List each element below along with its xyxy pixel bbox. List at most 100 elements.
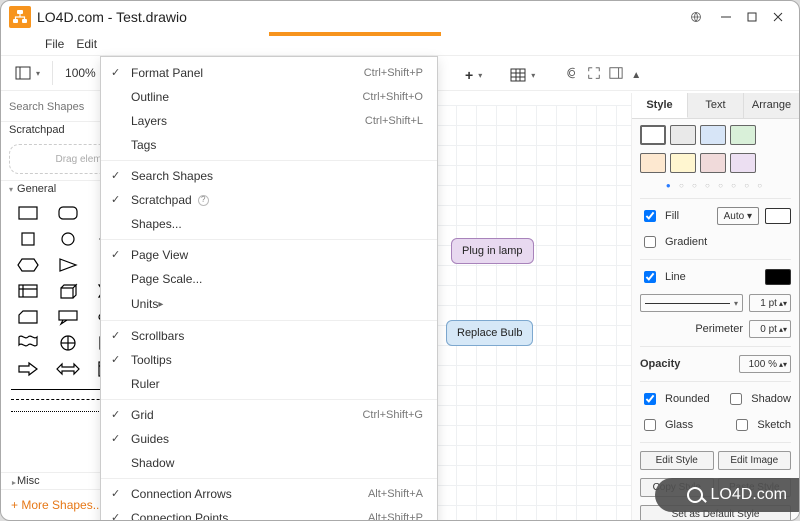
fill-color[interactable] <box>765 208 791 224</box>
watermark-text: LO4D.com <box>711 486 787 504</box>
edit-style-button[interactable]: Edit Style <box>640 451 714 470</box>
line-color[interactable] <box>765 269 791 285</box>
theme-icon[interactable] <box>565 66 579 85</box>
shape-or[interactable] <box>51 333 85 353</box>
zoom-value: 100% <box>65 66 96 80</box>
sketch-checkbox[interactable] <box>736 419 748 431</box>
shape-card[interactable] <box>11 307 45 327</box>
shape-roundrect[interactable] <box>51 203 85 223</box>
fill-checkbox[interactable] <box>644 210 656 222</box>
menu-page-view[interactable]: Page View <box>101 243 437 267</box>
swatch[interactable] <box>670 125 696 145</box>
help-icon[interactable]: ? <box>198 195 209 206</box>
collapse-icon[interactable]: ▲ <box>631 70 641 81</box>
tab-text[interactable]: Text <box>688 93 744 118</box>
gradient-label: Gradient <box>665 236 707 248</box>
menu-edit[interactable]: Edit <box>76 37 97 51</box>
shape-circle[interactable] <box>51 229 85 249</box>
menu-outline[interactable]: OutlineCtrl+Shift+O <box>101 85 437 109</box>
language-icon[interactable] <box>683 4 709 30</box>
shape-square[interactable] <box>11 229 45 249</box>
view-menu: Format PanelCtrl+Shift+P OutlineCtrl+Shi… <box>100 56 438 521</box>
swatch[interactable] <box>730 153 756 173</box>
menu-tags[interactable]: Tags <box>101 133 437 157</box>
fullscreen-icon[interactable] <box>587 66 601 85</box>
shape-tape[interactable] <box>11 333 45 353</box>
tab-arrange[interactable]: Arrange <box>744 93 799 118</box>
watermark: LO4D.com <box>655 478 800 512</box>
maximize-button[interactable] <box>739 4 765 30</box>
shape-triangle[interactable] <box>51 255 85 275</box>
swatch[interactable] <box>640 125 666 145</box>
table-button[interactable] <box>504 64 541 86</box>
swatch[interactable] <box>700 153 726 173</box>
menu-layers[interactable]: LayersCtrl+Shift+L <box>101 109 437 133</box>
palette-pager[interactable]: ● ○ ○ ○ ○ ○ ○ ○ <box>640 181 791 190</box>
format-panel-icon[interactable] <box>609 66 623 85</box>
menu-guides[interactable]: Guides <box>101 427 437 451</box>
shape-callout[interactable] <box>51 307 85 327</box>
shape-arrow-right[interactable] <box>11 359 45 379</box>
insert-button[interactable]: + <box>459 64 488 86</box>
menu-scrollbars[interactable]: Scrollbars <box>101 324 437 348</box>
close-button[interactable] <box>765 4 791 30</box>
node-plug-in-lamp[interactable]: Plug in lamp <box>451 238 534 264</box>
rounded-label: Rounded <box>665 393 710 405</box>
menu-connection-arrows[interactable]: Connection ArrowsAlt+Shift+A <box>101 482 437 506</box>
fill-label: Fill <box>665 210 679 222</box>
line-label: Line <box>665 271 686 283</box>
line-style-select[interactable] <box>640 294 743 312</box>
shape-cube[interactable] <box>51 281 85 301</box>
menu-grid[interactable]: GridCtrl+Shift+G <box>101 403 437 427</box>
fill-type-select[interactable]: Auto ▾ <box>717 207 759 225</box>
minimize-button[interactable] <box>713 4 739 30</box>
menu-page-scale[interactable]: Page Scale... <box>101 267 437 291</box>
menu-search-shapes[interactable]: Search Shapes <box>101 164 437 188</box>
menu-shapes[interactable]: Shapes... <box>101 212 437 236</box>
sidebar-toggle[interactable] <box>9 62 46 84</box>
shape-rectangle[interactable] <box>11 203 45 223</box>
swatch[interactable] <box>670 153 696 173</box>
app-window: LO4D.com - Test.drawio File Edit 100% + … <box>0 0 800 521</box>
window-title: LO4D.com - Test.drawio <box>37 9 187 25</box>
line-width-input[interactable]: 1 pt▴▾ <box>749 294 791 312</box>
perimeter-input[interactable]: 0 pt▴▾ <box>749 320 791 338</box>
menu-units[interactable]: Units <box>101 291 437 317</box>
glass-checkbox[interactable] <box>644 419 656 431</box>
menu-connection-points[interactable]: Connection PointsAlt+Shift+P <box>101 506 437 521</box>
line-checkbox[interactable] <box>644 271 656 283</box>
swatch-row-1 <box>640 125 791 145</box>
swatch[interactable] <box>700 125 726 145</box>
app-icon <box>9 6 31 28</box>
format-tabs: Style Text Arrange <box>632 93 799 119</box>
node-replace-bulb[interactable]: Replace Bulb <box>446 320 533 346</box>
shape-internal-storage[interactable] <box>11 281 45 301</box>
shadow-checkbox[interactable] <box>730 393 742 405</box>
gradient-checkbox[interactable] <box>644 236 656 248</box>
shape-hexagon[interactable] <box>11 255 45 275</box>
menu-format-panel[interactable]: Format PanelCtrl+Shift+P <box>101 61 437 85</box>
scratchpad-label: Scratchpad <box>9 124 65 136</box>
rounded-checkbox[interactable] <box>644 393 656 405</box>
sketch-label: Sketch <box>757 419 791 431</box>
shadow-label: Shadow <box>751 393 791 405</box>
perimeter-label: Perimeter <box>695 323 743 335</box>
menu-ruler[interactable]: Ruler <box>101 372 437 396</box>
canvas-toolbar: + ▲ <box>451 57 624 93</box>
titlebar: LO4D.com - Test.drawio <box>1 1 799 33</box>
swatch-row-2 <box>640 153 791 173</box>
opacity-input[interactable]: 100 %▴▾ <box>739 355 791 373</box>
edit-image-button[interactable]: Edit Image <box>718 451 792 470</box>
shape-arrow-both[interactable] <box>51 359 85 379</box>
menu-file[interactable]: File <box>45 37 64 51</box>
misc-label: Misc <box>17 475 40 487</box>
opacity-label: Opacity <box>640 358 680 370</box>
menu-scratchpad[interactable]: Scratchpad? <box>101 188 437 212</box>
swatch[interactable] <box>730 125 756 145</box>
search-icon <box>687 487 703 503</box>
swatch[interactable] <box>640 153 666 173</box>
tab-style[interactable]: Style <box>632 93 688 118</box>
glass-label: Glass <box>665 419 693 431</box>
menu-shadow[interactable]: Shadow <box>101 451 437 475</box>
menu-tooltips[interactable]: Tooltips <box>101 348 437 372</box>
